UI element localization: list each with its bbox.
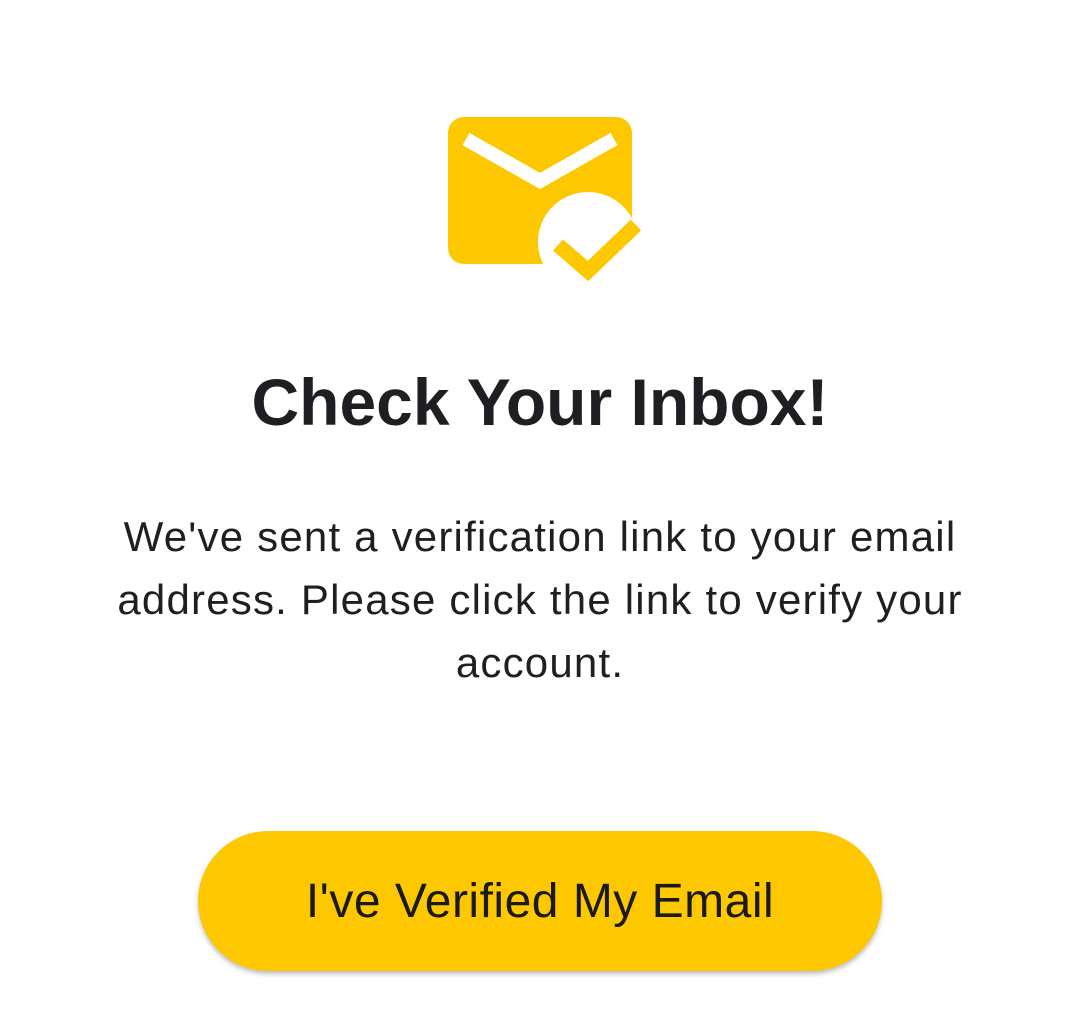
verified-email-button[interactable]: I've Verified My Email bbox=[198, 831, 882, 971]
verification-message: We've sent a verification link to your e… bbox=[117, 513, 963, 686]
mail-check-icon bbox=[446, 115, 646, 285]
verified-email-button-label: I've Verified My Email bbox=[305, 874, 775, 928]
page-title: Check Your Inbox! bbox=[251, 365, 829, 439]
verification-screen: Check Your Inbox! We've sent a verificat… bbox=[0, 0, 1080, 1030]
